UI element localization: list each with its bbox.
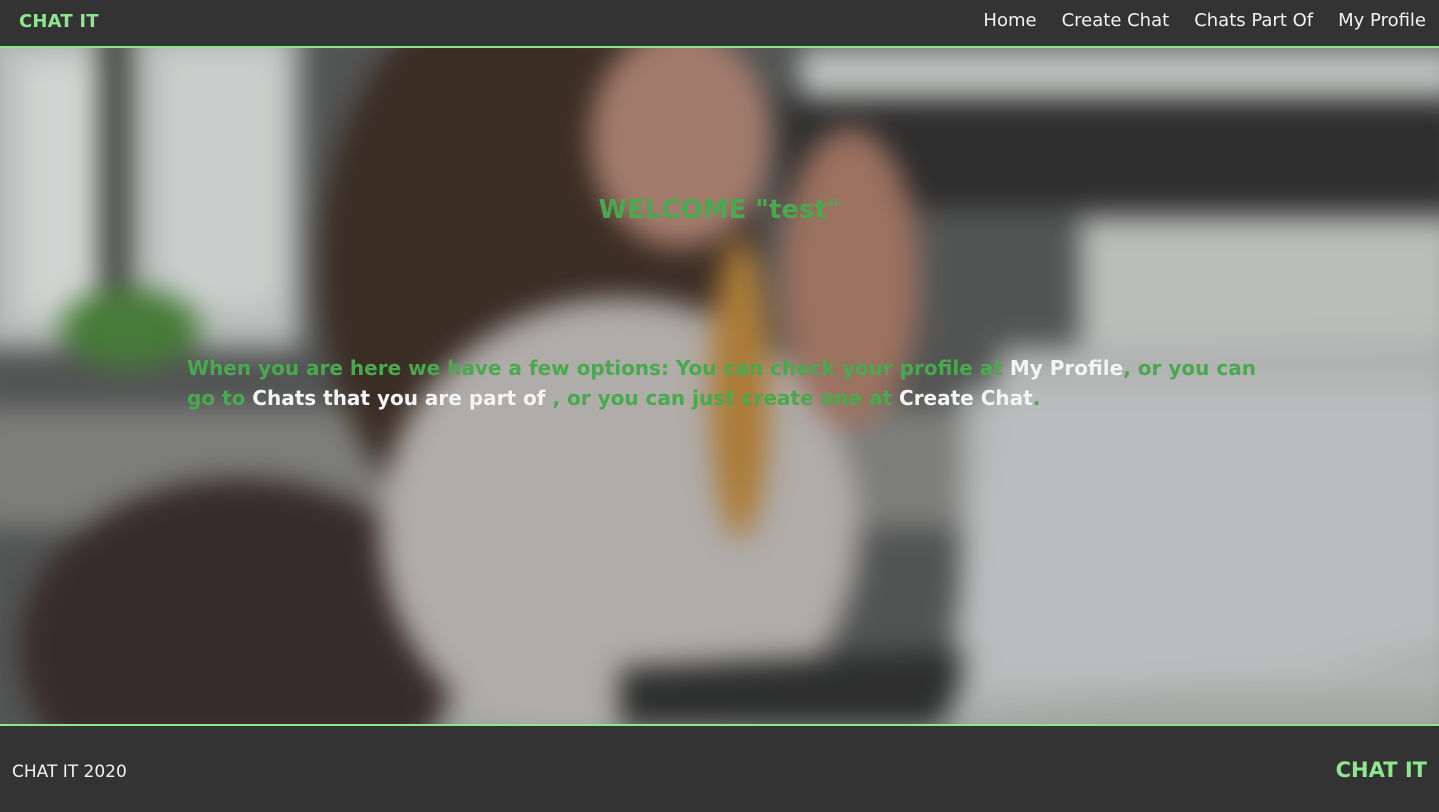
- intro-text-end: .: [1032, 386, 1041, 410]
- nav-links: Home Create Chat Chats Part Of My Profil…: [983, 10, 1426, 31]
- intro-text-1: When you are here we have a few options:…: [187, 356, 1010, 380]
- nav-link-my-profile[interactable]: My Profile: [1338, 10, 1426, 31]
- footer-copyright: CHAT IT 2020: [12, 762, 127, 782]
- top-navbar: CHAT IT Home Create Chat Chats Part Of M…: [0, 0, 1439, 48]
- nav-link-create-chat[interactable]: Create Chat: [1062, 10, 1170, 31]
- intro-text-3: , or you can just create one at: [552, 386, 900, 410]
- chats-part-of-link[interactable]: Chats that you are part of: [252, 386, 552, 410]
- welcome-heading: WELCOME "test": [598, 195, 841, 225]
- create-chat-link[interactable]: Create Chat: [899, 386, 1033, 410]
- intro-paragraph: When you are here we have a few options:…: [187, 353, 1267, 413]
- footer: CHAT IT 2020 CHAT IT: [0, 724, 1439, 812]
- nav-link-home[interactable]: Home: [983, 10, 1036, 31]
- hero-section: WELCOME "test" When you are here we have…: [0, 48, 1439, 724]
- brand-logo[interactable]: CHAT IT: [19, 11, 99, 32]
- nav-link-chats-part-of[interactable]: Chats Part Of: [1194, 10, 1313, 31]
- my-profile-link[interactable]: My Profile: [1010, 356, 1123, 380]
- footer-brand: CHAT IT: [1335, 758, 1427, 782]
